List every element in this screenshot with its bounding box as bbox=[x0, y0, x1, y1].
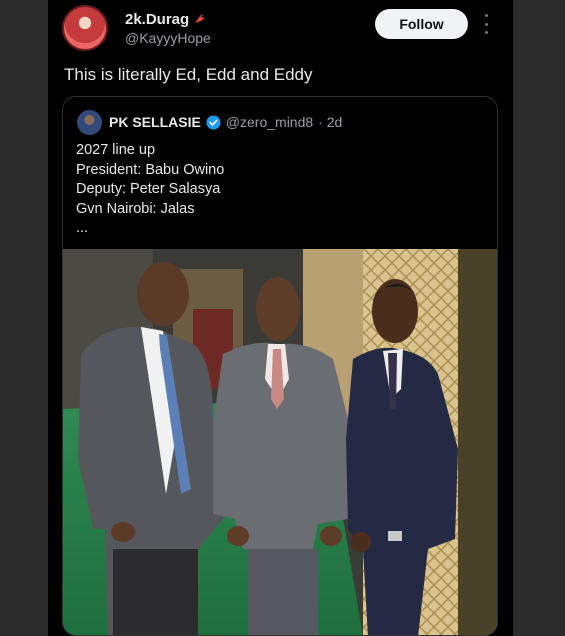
verified-badge-icon bbox=[206, 114, 221, 130]
quoted-text-line: Deputy: Peter Salasya bbox=[76, 181, 221, 197]
quoted-post-photo[interactable] bbox=[63, 249, 497, 636]
post-text: This is literally Ed, Edd and Eddy bbox=[64, 65, 313, 84]
quoted-author-name[interactable]: PK SELLASIE bbox=[109, 114, 201, 130]
quoted-post[interactable]: PK SELLASIE @zero_mind8 · 2d 2027 line u… bbox=[62, 96, 498, 636]
author-name-row: 2k.Durag bbox=[125, 11, 207, 28]
user-avatar[interactable] bbox=[62, 5, 108, 51]
quoted-text-line: President: Babu Owino bbox=[76, 161, 225, 178]
quoted-author-handle[interactable]: @zero_mind8 bbox=[226, 114, 313, 130]
quoted-post-text: 2027 line up President: Babu Owino Deput… bbox=[76, 141, 224, 239]
bird-emoji-icon bbox=[195, 13, 206, 23]
quoted-text-line: 2027 line up bbox=[76, 142, 156, 158]
quoted-author-avatar[interactable] bbox=[77, 110, 102, 135]
more-options-icon[interactable] bbox=[479, 14, 493, 34]
quoted-post-time: · 2d bbox=[318, 114, 343, 130]
follow-button[interactable]: Follow bbox=[375, 9, 468, 39]
quoted-post-header: PK SELLASIE @zero_mind8 · 2d bbox=[109, 114, 342, 130]
post-card: 2k.Durag @KayyyHope Follow This is liter… bbox=[48, 0, 513, 636]
quoted-text-line: ... bbox=[76, 220, 89, 236]
author-display-name[interactable]: 2k.Durag bbox=[125, 11, 189, 28]
quoted-text-line: Gvn Nairobi: Jalas bbox=[76, 200, 195, 217]
author-handle[interactable]: @KayyyHope bbox=[125, 30, 211, 46]
